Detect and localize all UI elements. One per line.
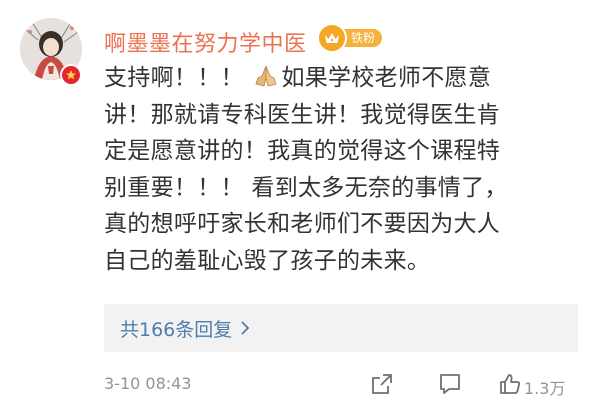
like-count: 1.3万 [524, 379, 566, 398]
like-button[interactable] [498, 372, 522, 400]
comment-footer: 3-10 08:43 1.3万 [104, 372, 578, 400]
fan-badge[interactable]: 铁粉 [317, 23, 383, 53]
comment-line: 支持啊！！！ [104, 65, 244, 91]
replies-count-label: 共166条回复 [120, 318, 233, 341]
comment-icon [440, 374, 460, 394]
chevron-right-icon [241, 321, 250, 335]
verified-badge-icon [62, 66, 80, 84]
comment-text: 支持啊！！！ 如果学校老师不愿意 讲！那就请专科医生讲！我觉得医生肯 定是愿意讲… [104, 60, 566, 279]
share-icon [372, 374, 392, 394]
comment-line: 别重要！！！ 看到太多无奈的事情了， [104, 174, 508, 201]
comment-line: 自己的羞耻心毁了孩子的未来。 [104, 247, 431, 274]
view-replies-link[interactable]: 共166条回复 [120, 315, 250, 342]
timestamp: 3-10 08:43 [104, 374, 192, 393]
comment-line: 讲！那就请专科医生讲！我觉得医生肯 [104, 101, 501, 128]
username[interactable]: 啊墨墨在努力学中医 [104, 26, 307, 58]
like-icon [500, 374, 520, 394]
replies-box: 共166条回复 [104, 304, 578, 352]
comment-button[interactable] [438, 372, 462, 400]
share-button[interactable] [370, 372, 394, 400]
comment-line: 如果学校老师不愿意 [281, 65, 492, 91]
comment-line: 真的想呼吁家长和老师们不要因为大人 [104, 211, 501, 237]
verified-badge [60, 64, 82, 86]
comment-line: 定是愿意讲的！我真的觉得这个课程特 [104, 138, 501, 164]
pray-hands-emoji [255, 65, 277, 87]
crown-icon [317, 23, 347, 53]
